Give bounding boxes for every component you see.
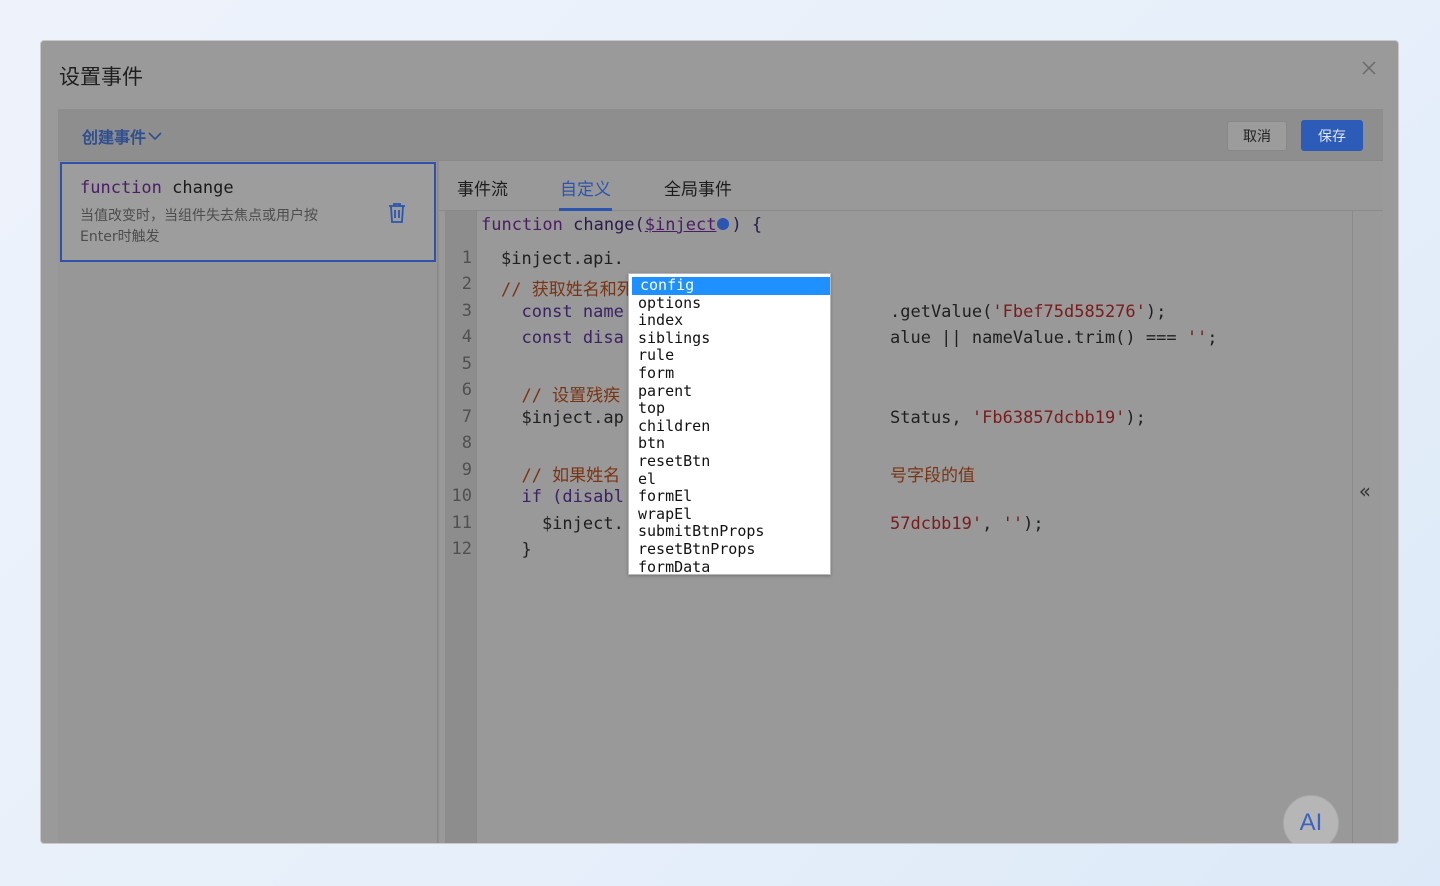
delete-icon[interactable]: [387, 202, 407, 228]
autocomplete-item[interactable]: children: [630, 417, 830, 436]
event-keyword: function: [80, 178, 162, 198]
code-text: const name: [501, 302, 624, 322]
autocomplete-item[interactable]: wrapEl: [630, 505, 830, 524]
line-number: 10: [451, 486, 472, 506]
code-text: }: [501, 540, 532, 560]
collapse-panel-icon[interactable]: «: [1359, 479, 1371, 503]
autocomplete-item[interactable]: submitBtnProps: [630, 523, 830, 541]
tab-event-flow[interactable]: 事件流: [457, 175, 508, 200]
line-number: 8: [461, 433, 472, 453]
line-number-gutter: 1 2 3 4 5 6 7 8 9 10 11 12: [445, 211, 477, 843]
editor-panel: 事件流 自定义 全局事件 1 2 3 4 5 6 7 8 9 10 11 12 …: [439, 161, 1383, 843]
code-text: $inject.api.: [501, 249, 624, 269]
header-signature-start: change(: [562, 215, 645, 235]
create-event-dropdown[interactable]: 创建事件: [82, 124, 162, 148]
autocomplete-item[interactable]: siblings: [630, 329, 830, 348]
code-line: $inject.ap: [501, 408, 624, 428]
code-text: $inject.: [501, 514, 624, 534]
toolbar: 创建事件 取消 保存: [58, 109, 1383, 161]
header-signature-end: ) {: [731, 215, 763, 235]
autocomplete-item[interactable]: resetBtn: [630, 453, 830, 471]
active-tab-indicator: [559, 208, 612, 211]
code-line-tail: 57dcbb19', '');: [890, 514, 1044, 534]
code-text: $inject.ap: [501, 408, 624, 428]
autocomplete-item[interactable]: el: [630, 470, 830, 489]
header-keyword: function: [481, 215, 563, 235]
event-list-panel: function change 当值改变时，当组件失去焦点或用户按Enter时触…: [58, 161, 438, 843]
line-number: 4: [461, 327, 472, 347]
save-button[interactable]: 保存: [1301, 120, 1363, 151]
inject-param[interactable]: $inject: [645, 215, 717, 235]
autocomplete-item[interactable]: resetBtnProps: [630, 541, 830, 559]
code-line-tail: Status, 'Fb63857dcbb19');: [890, 408, 1146, 428]
code-line: const name: [501, 302, 624, 322]
event-list-item[interactable]: function change 当值改变时，当组件失去焦点或用户按Enter时触…: [60, 162, 436, 262]
editor-scrollbar[interactable]: [1352, 211, 1353, 843]
event-signature: function change: [80, 178, 234, 198]
tab-custom[interactable]: 自定义: [560, 175, 611, 200]
tab-bar: 事件流 自定义 全局事件: [439, 161, 1383, 211]
code-line-tail: 号字段的值: [890, 466, 975, 486]
code-line: // 如果姓名: [501, 461, 620, 486]
code-line: $inject.api.: [501, 249, 624, 269]
code-text: const disa: [501, 328, 624, 348]
autocomplete-item[interactable]: parent: [630, 382, 830, 401]
code-text: // 获取姓名和死: [501, 280, 634, 300]
code-line-tail: alue || nameValue.trim() === '';: [890, 328, 1218, 348]
event-name: change: [172, 178, 234, 198]
line-number: 2: [461, 274, 472, 294]
autocomplete-item[interactable]: btn: [630, 435, 830, 453]
code-line: if (disabl: [501, 487, 624, 507]
tab-global-events[interactable]: 全局事件: [664, 175, 732, 200]
code-line: const disa: [501, 328, 624, 348]
cancel-button[interactable]: 取消: [1227, 121, 1287, 151]
line-number: 1: [461, 248, 472, 268]
function-header: function change($inject ) {: [481, 215, 762, 235]
autocomplete-item[interactable]: formEl: [630, 488, 830, 506]
line-number: 7: [461, 407, 472, 427]
code-line: // 设置残疾: [501, 381, 620, 406]
autocomplete-item[interactable]: form: [630, 365, 830, 383]
code-text: if (disabl: [501, 487, 624, 507]
code-text: // 如果姓名: [501, 466, 621, 486]
line-number: 12: [451, 539, 472, 559]
close-icon[interactable]: [1356, 55, 1382, 81]
autocomplete-item[interactable]: top: [630, 400, 830, 418]
line-number: 3: [461, 301, 472, 321]
code-line: // 获取姓名和死: [501, 275, 634, 300]
ai-assistant-button[interactable]: AI: [1283, 795, 1339, 843]
line-number: 5: [461, 354, 472, 374]
create-event-label: 创建事件: [82, 128, 147, 147]
code-line-tail: .getValue('Fbef75d585276');: [890, 302, 1167, 322]
event-description: 当值改变时，当组件失去焦点或用户按Enter时触发: [80, 208, 318, 245]
dialog-title: 设置事件: [59, 65, 143, 89]
code-line: }: [501, 540, 532, 560]
autocomplete-item[interactable]: config: [632, 277, 830, 295]
autocomplete-dropdown: config options index siblings rule form parent…: [628, 273, 831, 575]
help-icon[interactable]: [717, 218, 730, 230]
autocomplete-item[interactable]: index: [630, 312, 830, 330]
chevron-down-icon: [148, 132, 162, 141]
line-number: 11: [451, 513, 472, 533]
code-line: $inject.: [501, 514, 624, 534]
code-text: // 设置残疾: [501, 386, 621, 406]
autocomplete-item[interactable]: formData: [630, 558, 830, 574]
autocomplete-item[interactable]: options: [630, 294, 830, 313]
line-number: 6: [461, 380, 472, 400]
autocomplete-item[interactable]: rule: [630, 347, 830, 365]
line-number: 9: [461, 460, 472, 480]
